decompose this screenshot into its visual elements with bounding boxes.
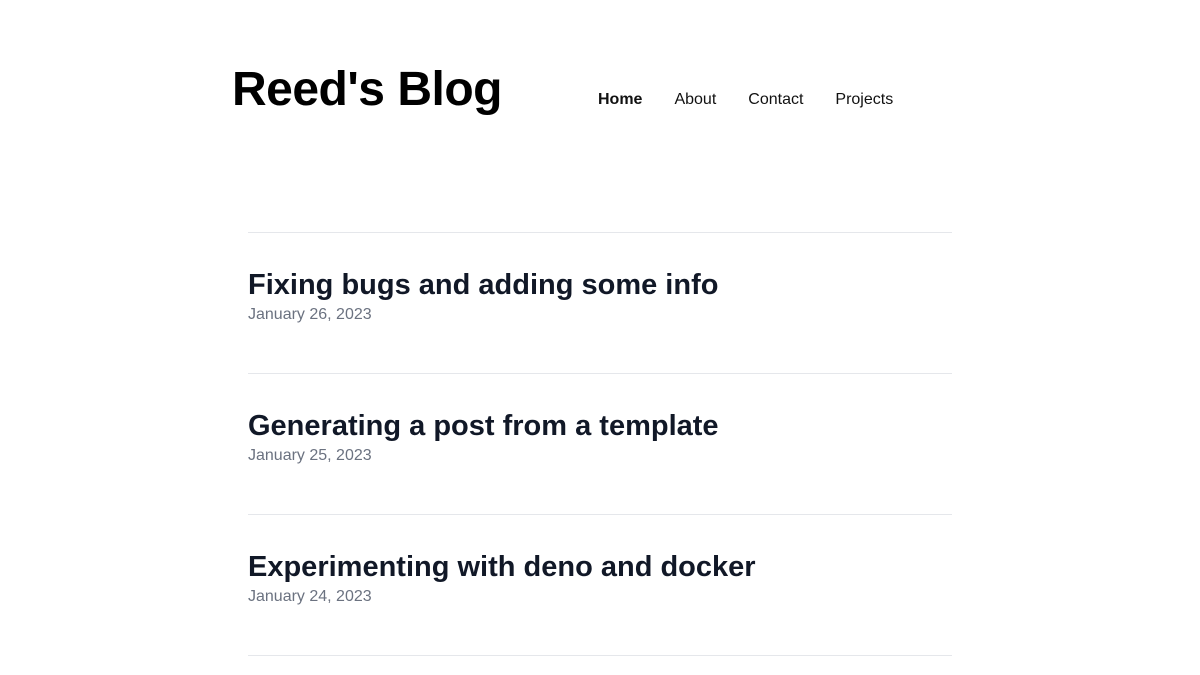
nav-item-home[interactable]: Home: [598, 90, 642, 110]
main-nav: Home About Contact Projects: [598, 90, 925, 110]
post-title[interactable]: Experimenting with deno and docker: [248, 549, 756, 585]
post-item: Experimenting with deno and docker Janua…: [248, 515, 952, 655]
post-title[interactable]: Generating a post from a template: [248, 408, 719, 444]
post-date: January 24, 2023: [248, 588, 372, 605]
nav-item-projects[interactable]: Projects: [835, 90, 893, 110]
post-date: January 25, 2023: [248, 447, 372, 464]
post-date: January 26, 2023: [248, 306, 372, 323]
nav-item-about[interactable]: About: [674, 90, 716, 110]
site-title[interactable]: Reed's Blog: [232, 62, 502, 118]
nav-item-contact[interactable]: Contact: [748, 90, 803, 110]
post-item: Generating a post from a template Januar…: [248, 374, 952, 514]
divider: [248, 655, 952, 656]
post-title[interactable]: Fixing bugs and adding some info: [248, 267, 718, 303]
site-header: Reed's Blog Home About Contact Projects: [232, 58, 952, 128]
post-list: Fixing bugs and adding some info January…: [248, 232, 952, 656]
post-item: Fixing bugs and adding some info January…: [248, 233, 952, 373]
